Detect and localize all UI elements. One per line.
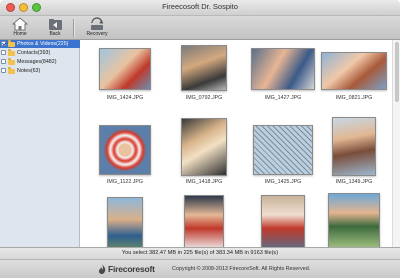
app-window: Fireecosoft Dr. Sospito Home Back Recove… [0, 0, 400, 278]
scrollbar-thumb[interactable] [395, 42, 399, 102]
folder-icon [8, 58, 15, 65]
toolbar-separator [73, 19, 74, 37]
back-button[interactable]: Back [38, 17, 72, 39]
photo-image [99, 125, 151, 175]
sidebar-item-contacts[interactable]: Contacts(393) [0, 49, 80, 57]
sidebar-item-label: Contacts(393) [17, 50, 51, 56]
photo-image [321, 52, 387, 90]
photo-filename: IMG_1424.JPG [106, 95, 144, 101]
sidebar-item-photos-videos[interactable]: Photos & Videos(225) [0, 40, 80, 48]
photo-filename: IMG_1418.JPG [185, 179, 223, 185]
sidebar-item-messages[interactable]: Messages(8482) [0, 58, 80, 66]
photo-filename: IMG_1122.JPG [106, 179, 144, 185]
photo-filename: IMG_0821.JPG [335, 95, 373, 101]
photo-image [181, 118, 227, 176]
back-folder-icon [49, 19, 62, 30]
recovery-button-label: Recovery [86, 31, 108, 37]
photo-image [184, 195, 224, 247]
firecoresoft-logo-icon [98, 264, 106, 274]
window-title: Fireecosoft Dr. Sospito [162, 2, 238, 11]
photo-filename: IMG_1349.JPG [335, 179, 373, 185]
copyright-text: Copyright © 2008-2013 FirecoreSoft. All … [172, 266, 311, 272]
notes-checkbox[interactable] [1, 68, 6, 73]
home-icon [12, 17, 28, 31]
footer: Firecoresoft Copyright © 2008-2013 Firec… [0, 259, 400, 278]
folder-icon [8, 49, 15, 56]
photo-image [332, 117, 376, 176]
photo-image [99, 48, 151, 90]
toolbar: Home Back Recovery [0, 16, 400, 40]
photo-image [261, 195, 305, 247]
logo-text: Firecoresoft [108, 264, 155, 274]
photos-videos-checkbox[interactable] [1, 41, 6, 46]
photo-filename: IMG_1427.JPG [264, 95, 302, 101]
vertical-scrollbar[interactable] [392, 40, 400, 247]
sidebar-item-label: Messages(8482) [17, 59, 57, 65]
photo-filename: IMG_0792.JPG [185, 95, 223, 101]
back-button-label: Back [49, 31, 61, 37]
home-button-label: Home [13, 31, 27, 37]
photo-grid: IMG_1424.JPG IMG_0792.JPG IMG_1427.JPG I… [81, 40, 400, 247]
sidebar-item-label: Photos & Videos(225) [17, 41, 69, 47]
photo-image [251, 48, 315, 90]
sidebar: Photos & Videos(225) Contacts(393) Messa… [0, 40, 80, 247]
folder-icon [8, 40, 15, 47]
contacts-checkbox[interactable] [1, 50, 6, 55]
photo-image [107, 197, 143, 247]
sidebar-item-label: Notes(63) [17, 68, 41, 74]
photo-image [181, 45, 227, 91]
home-button[interactable]: Home [3, 17, 37, 39]
messages-checkbox[interactable] [1, 59, 6, 64]
status-bar: You select 382.47 MB in 225 file(s) of 3… [0, 247, 400, 259]
recovery-button[interactable]: Recovery [80, 17, 114, 39]
selection-status-text: You select 382.47 MB in 225 file(s) of 3… [121, 250, 279, 256]
folder-icon [8, 67, 15, 74]
photo-filename: IMG_1425.JPG [264, 179, 302, 185]
photo-image [253, 125, 313, 175]
recovery-icon [91, 17, 104, 30]
title-bar: Fireecosoft Dr. Sospito [0, 0, 400, 16]
sidebar-item-notes[interactable]: Notes(63) [0, 67, 80, 75]
photo-image [328, 193, 380, 247]
